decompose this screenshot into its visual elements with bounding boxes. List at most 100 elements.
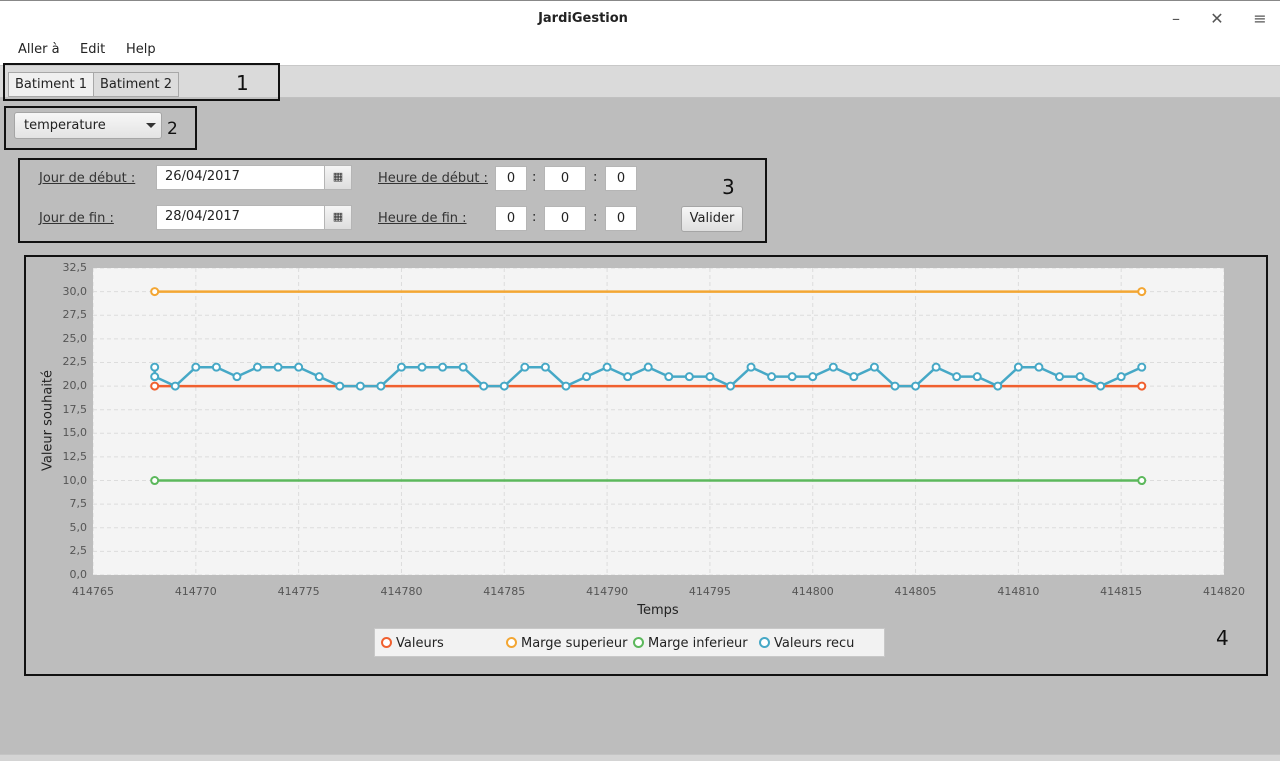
data-point [582,372,592,382]
data-point [479,381,489,391]
data-point [417,362,427,372]
chart-legend: Valeurs Marge superieur Marge inferieur … [374,628,885,657]
data-point [396,362,406,372]
calendar-icon[interactable]: ▦ [324,166,351,189]
window-title: JardiGestion [538,11,628,26]
hamburger-menu-icon[interactable]: ≡ [1249,8,1271,30]
end-day-picker[interactable]: 28/04/2017 ▦ [156,205,352,230]
legend-marker [381,637,392,648]
end-day-value[interactable]: 28/04/2017 [165,209,240,224]
y-tick-label: 32,5 [62,261,88,274]
x-tick-label: 414805 [894,585,937,598]
legend-marker [506,637,517,648]
data-point [314,372,324,382]
x-tick-label: 414785 [483,585,526,598]
data-point [664,372,674,382]
y-tick-label: 12,5 [62,449,88,463]
data-point [561,381,571,391]
data-point [602,362,612,372]
end-time-label: Heure de fin : [378,211,467,226]
data-point [808,372,818,382]
data-point [890,381,900,391]
data-point [787,372,797,382]
data-point [150,362,160,372]
data-point [458,362,468,372]
menu-help[interactable]: Help [126,42,156,57]
menu-edit[interactable]: Edit [80,42,105,57]
legend-marker [759,637,770,648]
data-point [643,362,653,372]
annotation-number-1: 1 [236,71,249,95]
end-hour-field[interactable]: 0 [495,206,527,231]
x-tick-label: 414800 [791,585,834,598]
legend-item-valeurs-recu: Valeurs recu [759,636,854,651]
x-tick-label: 414770 [174,585,217,598]
data-point [1075,372,1085,382]
data-point [828,362,838,372]
x-tick-label: 414790 [586,585,629,598]
data-point [1013,362,1023,372]
calendar-icon[interactable]: ▦ [324,206,351,229]
data-point [150,287,160,297]
data-point [294,362,304,372]
y-axis-label: Valeur souhaité [40,369,56,472]
data-point [150,381,160,391]
time-separator: : [532,210,537,225]
chart-svg [92,267,1225,576]
start-time-label: Heure de début : [378,171,488,186]
data-point [1034,362,1044,372]
x-axis-label: Temps [637,603,679,618]
end-minute-field[interactable]: 0 [544,206,586,231]
time-separator: : [593,210,598,225]
x-tick-label: 414815 [1100,585,1143,598]
start-day-value[interactable]: 26/04/2017 [165,169,240,184]
x-tick-label: 414820 [1203,585,1245,598]
end-second-field[interactable]: 0 [605,206,637,231]
data-point [1137,381,1147,391]
data-point [1137,476,1147,486]
annotation-number-2: 2 [167,119,178,139]
data-point [623,372,633,382]
close-icon[interactable]: ✕ [1206,8,1228,30]
time-separator: : [593,170,598,185]
start-day-picker[interactable]: 26/04/2017 ▦ [156,165,352,190]
data-point [335,381,345,391]
end-day-label: Jour de fin : [39,211,114,226]
data-point [211,362,221,372]
data-point [684,372,694,382]
start-hour-field[interactable]: 0 [495,166,527,191]
data-point [438,362,448,372]
data-point [952,372,962,382]
x-tick-label: 414810 [997,585,1040,598]
data-point [273,362,283,372]
data-point [746,362,756,372]
data-point [150,372,160,382]
data-point [232,372,242,382]
y-tick-label: 30,0 [62,284,88,298]
data-point [972,372,982,382]
legend-item-valeurs: Valeurs [381,636,444,651]
data-point [911,381,921,391]
data-point [705,372,715,382]
minimize-icon[interactable]: – [1165,8,1187,30]
y-tick-label: 25,0 [62,331,88,345]
y-tick-label: 27,5 [62,308,88,322]
y-tick-label: 22,5 [62,355,88,369]
annotation-number-3: 3 [722,175,735,199]
data-point [1137,287,1147,297]
menu-bar [0,38,1280,65]
y-tick-label: 2,5 [69,544,88,558]
data-point [1116,372,1126,382]
start-minute-field[interactable]: 0 [544,166,586,191]
y-tick-label: 15,0 [62,426,88,440]
time-separator: : [532,170,537,185]
validate-button[interactable]: Valider [681,206,743,232]
menu-aller-a[interactable]: Aller à [18,42,60,57]
data-point [520,362,530,372]
data-point [253,362,263,372]
x-tick-label: 414775 [277,585,320,598]
data-point [993,381,1003,391]
start-second-field[interactable]: 0 [605,166,637,191]
data-point [191,362,201,372]
data-point [170,381,180,391]
